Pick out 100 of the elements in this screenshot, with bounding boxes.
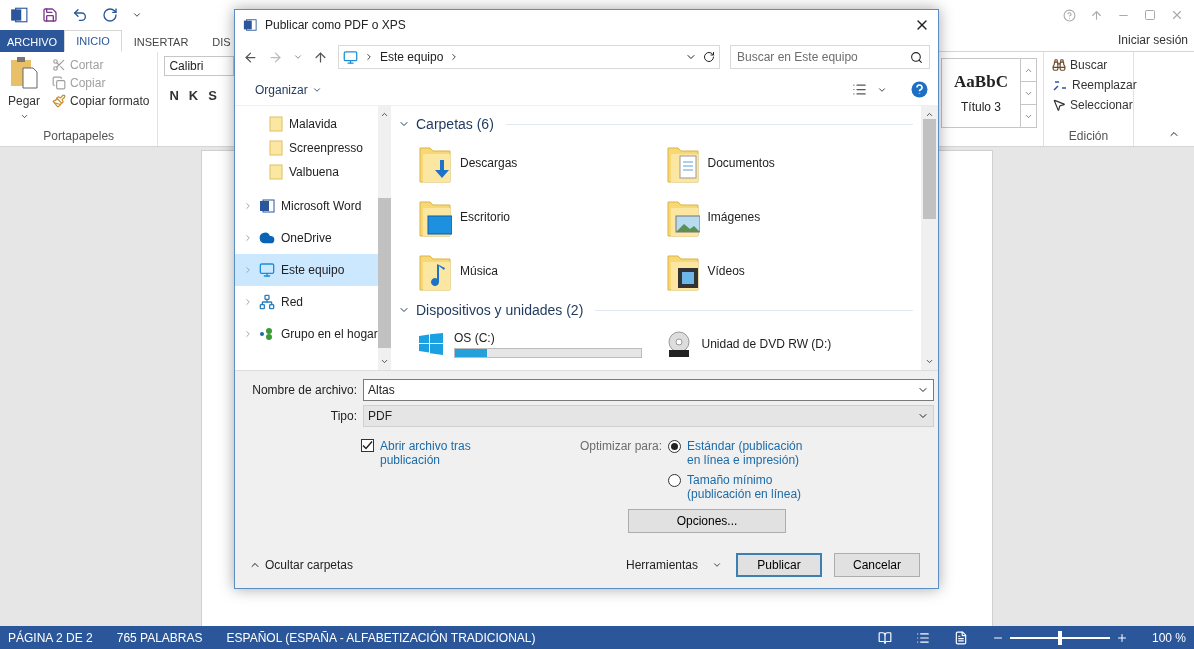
- radio-button[interactable]: [668, 440, 682, 453]
- windows-logo-icon: [418, 333, 444, 355]
- navigation-item[interactable]: Red: [235, 286, 378, 318]
- folder-item[interactable]: Vídeos: [665, 244, 913, 298]
- editing-command[interactable]: Seleccionar: [1050, 96, 1139, 114]
- checkbox[interactable]: [361, 439, 374, 452]
- folder-tree-item[interactable]: Valbuena: [235, 160, 378, 184]
- scroll-up-icon[interactable]: [379, 110, 389, 119]
- zoom-slider-thumb[interactable]: [1057, 630, 1062, 645]
- disc-icon: [665, 331, 692, 357]
- word-logo-icon: [259, 198, 275, 214]
- options-button[interactable]: Opciones...: [628, 509, 787, 533]
- editing-command[interactable]: Reemplazar: [1050, 76, 1139, 94]
- page-count: PÁGINA 2 DE 2: [8, 630, 93, 645]
- scroll-down-icon[interactable]: [925, 357, 934, 366]
- undo-icon[interactable]: [72, 7, 88, 23]
- homegroup-icon: [259, 327, 275, 341]
- back-icon[interactable]: [243, 49, 258, 65]
- copy-icon: [52, 76, 67, 90]
- pointer-icon: [1052, 98, 1066, 112]
- paste-button[interactable]: Pegar: [6, 92, 43, 110]
- dialog-title: Publicar como PDF o XPS: [265, 18, 406, 32]
- zoom-level: 100 %: [1151, 630, 1186, 645]
- field-label: Tipo:: [329, 409, 357, 423]
- folder-item[interactable]: Descargas: [418, 136, 666, 190]
- tools-menu[interactable]: Herramientas: [623, 556, 724, 574]
- help-icon[interactable]: [911, 81, 928, 98]
- cancel-button[interactable]: Cancelar: [834, 553, 920, 577]
- drive-item[interactable]: Unidad de DVD RW (D:): [665, 322, 913, 366]
- navigation-item[interactable]: Microsoft Word: [235, 190, 378, 222]
- organize-menu[interactable]: Organizar: [253, 80, 324, 99]
- cloud-icon: [259, 230, 275, 246]
- refresh-icon[interactable]: [703, 51, 715, 63]
- navigation-item[interactable]: Este equipo: [235, 254, 378, 286]
- chevron-right-icon: [364, 52, 374, 62]
- navigation-item[interactable]: Grupo en el hogar: [235, 318, 378, 350]
- folder-icon: [269, 140, 283, 156]
- caret-icon[interactable]: [19, 112, 29, 121]
- search-icon: [910, 50, 923, 64]
- folder-item[interactable]: Documentos: [665, 136, 913, 190]
- caret-icon: [712, 560, 722, 570]
- section-header[interactable]: Carpetas (6): [398, 112, 913, 136]
- format-button[interactable]: S: [203, 86, 222, 105]
- navigation-item[interactable]: OneDrive: [235, 222, 378, 254]
- up-icon[interactable]: [313, 49, 328, 65]
- clipboard-icon[interactable]: [9, 56, 39, 90]
- folder-icon: [269, 164, 283, 180]
- group-label: Edición: [1068, 129, 1109, 143]
- network-icon: [259, 294, 275, 310]
- word-count: 765 PALABRAS: [116, 630, 203, 645]
- ribbon-tab[interactable]: ARCHIVO: [0, 30, 65, 52]
- folder-item[interactable]: Imágenes: [665, 190, 913, 244]
- optimize-label: Optimizar para:: [580, 439, 663, 455]
- checkmark-icon: [362, 440, 373, 451]
- radio-label[interactable]: Estándar (publicación en línea e impresión): [687, 439, 813, 467]
- breadcrumb-item[interactable]: Este equipo: [380, 50, 444, 64]
- scroll-up-icon[interactable]: [925, 110, 934, 119]
- customize-caret-icon[interactable]: [132, 10, 142, 20]
- address-bar[interactable]: Este equipo: [338, 45, 720, 69]
- web-layout-icon[interactable]: [953, 630, 968, 645]
- paintbrush-icon: [52, 94, 67, 108]
- editing-command[interactable]: Buscar: [1050, 56, 1139, 74]
- ribbon-tab[interactable]: INICIO: [64, 30, 122, 52]
- search-field[interactable]: Buscar en Este equipo: [730, 45, 930, 69]
- redo-icon[interactable]: [102, 7, 118, 23]
- scissors-icon: [52, 58, 67, 72]
- checkbox-label[interactable]: Abrir archivo tras publicación: [380, 439, 490, 467]
- hide-folders-button[interactable]: Ocultar carpetas: [247, 556, 356, 574]
- format-button[interactable]: K: [183, 86, 204, 105]
- replace-icon: [1052, 78, 1068, 92]
- binoculars-icon: [1052, 58, 1066, 72]
- radio-label[interactable]: Tamaño mínimo (publicación en línea): [687, 473, 813, 501]
- font-name-field[interactable]: Calibri: [164, 56, 235, 76]
- read-mode-icon[interactable]: [877, 630, 892, 645]
- monitor-icon: [343, 49, 358, 65]
- scrollbar-thumb[interactable]: [923, 119, 936, 219]
- scroll-down-icon[interactable]: [379, 357, 389, 366]
- publish-button[interactable]: Publicar: [736, 553, 822, 577]
- folder-icon: [269, 116, 283, 132]
- print-layout-icon[interactable]: [915, 630, 930, 645]
- word-logo-icon: [243, 18, 257, 32]
- clipboard-command[interactable]: Copiar formato: [50, 92, 152, 110]
- section-header[interactable]: Dispositivos y unidades (2): [398, 298, 913, 322]
- scrollbar-thumb[interactable]: [377, 198, 391, 348]
- group-label: Portapapeles: [43, 129, 115, 143]
- folder-tree-item[interactable]: Malavida: [235, 112, 378, 136]
- file-type-dropdown[interactable]: PDF: [363, 405, 934, 427]
- format-button[interactable]: N: [164, 86, 184, 105]
- monitor-icon: [259, 262, 275, 278]
- filename-field[interactable]: Altas: [363, 379, 934, 401]
- zoom-in-icon[interactable]: [1115, 631, 1128, 644]
- save-icon[interactable]: [42, 7, 58, 23]
- view-icon[interactable]: [852, 82, 867, 97]
- folder-tree-item[interactable]: Screenpresso: [235, 136, 378, 160]
- word-logo-icon: [10, 6, 28, 24]
- sign-in-link[interactable]: Iniciar sesión: [1117, 33, 1188, 47]
- folder-item[interactable]: Escritorio: [418, 190, 666, 244]
- drive-item[interactable]: OS (C:): [418, 322, 666, 366]
- radio-button[interactable]: [668, 474, 682, 487]
- folder-item[interactable]: Música: [418, 244, 666, 298]
